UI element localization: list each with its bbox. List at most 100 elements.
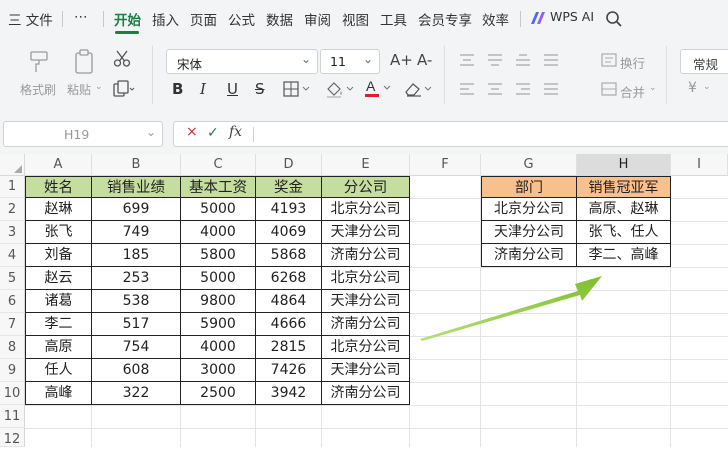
wrap-text-label[interactable]: 换行 [620,53,645,72]
paste-dropdown-icon[interactable]: ⌄ [95,82,103,92]
row-header-5[interactable]: 5 [0,267,25,290]
table-cell[interactable]: 3000 [181,359,256,382]
table-cell[interactable]: 北京分公司 [481,198,577,221]
column-header-f[interactable]: F [410,154,481,176]
function-icon[interactable]: fx [229,124,242,140]
tab-data[interactable]: 数据 [266,9,293,29]
font-size-select[interactable]: 11 ⌄ [320,49,380,74]
align-center-icon[interactable] [487,83,503,99]
strikethrough-icon[interactable]: S [255,80,265,98]
table-cell[interactable]: 4193 [256,198,322,221]
table-cell[interactable]: 322 [92,382,181,405]
table-cell[interactable]: 高峰 [25,382,92,405]
table-cell[interactable]: 699 [92,198,181,221]
tab-insert[interactable]: 插入 [152,9,179,29]
currency-icon[interactable]: ¥ [688,80,697,96]
table-cell[interactable]: 北京分公司 [322,198,410,221]
border-icon[interactable] [283,81,311,101]
more-menu[interactable]: ⋯ [74,9,88,25]
row-header-2[interactable]: 2 [0,198,25,221]
increase-font-icon[interactable]: A+ [390,51,413,69]
table-cell[interactable]: 7426 [256,359,322,382]
table-cell[interactable]: 济南分公司 [322,313,410,336]
table-cell[interactable]: 749 [92,221,181,244]
table-cell[interactable]: 李二 [25,313,92,336]
table-cell[interactable]: 185 [92,244,181,267]
row-header-8[interactable]: 8 [0,336,25,359]
table-cell[interactable]: 赵琳 [25,198,92,221]
search-icon[interactable] [605,10,623,28]
column-header-d[interactable]: D [256,154,322,176]
font-name-select[interactable]: 宋体 ⌄ [166,49,318,74]
align-left-icon[interactable] [459,83,475,99]
column-header-i[interactable]: I [671,154,728,176]
font-color-icon[interactable]: A [364,78,394,102]
cut-icon[interactable] [113,50,131,72]
merge-dropdown-icon[interactable]: ⌄ [649,83,657,93]
confirm-icon[interactable]: ✓ [207,125,219,141]
table-cell[interactable]: 高原 [25,336,92,359]
spreadsheet-grid[interactable]: A B C D E F G H I 1 2 3 4 5 6 7 8 9 10 1… [0,154,728,447]
name-box[interactable]: H19 ⌄ [3,121,163,147]
tab-efficiency[interactable]: 效率 [482,9,509,29]
table-cell[interactable]: 2500 [181,382,256,405]
row-header-12[interactable]: 12 [0,428,25,447]
decrease-font-icon[interactable]: A- [417,51,432,69]
table-cell[interactable]: 538 [92,290,181,313]
table-cell[interactable]: 6268 [256,267,322,290]
column-header-g[interactable]: G [481,154,577,176]
row-header-4[interactable]: 4 [0,244,25,267]
align-top-icon[interactable] [459,54,475,70]
distributed-align-icon[interactable] [543,83,559,99]
table-cell[interactable]: 天津分公司 [322,290,410,313]
tab-formula[interactable]: 公式 [228,9,255,29]
merge-cells-icon[interactable] [601,82,617,100]
column-header-b[interactable]: B [92,154,181,176]
table-cell[interactable]: 天津分公司 [322,359,410,382]
table-cell[interactable]: 4666 [256,313,322,336]
table-cell[interactable]: 济南分公司 [322,382,410,405]
column-header-e[interactable]: E [322,154,410,176]
cancel-icon[interactable]: × [186,124,198,140]
formula-input[interactable]: × ✓ fx [173,121,728,147]
row-header-9[interactable]: 9 [0,359,25,382]
fill-color-icon[interactable] [325,81,355,103]
column-header-h[interactable]: H [577,154,671,176]
header-cell[interactable]: 销售冠亚军 [577,176,671,198]
table-cell[interactable]: 4864 [256,290,322,313]
table-cell[interactable]: 张飞、任人 [577,221,671,244]
align-right-icon[interactable] [515,83,531,99]
bold-icon[interactable]: B [172,80,183,98]
paste-icon[interactable] [73,49,95,79]
table-cell[interactable]: 济南分公司 [322,244,410,267]
column-header-a[interactable]: A [25,154,92,176]
header-cell[interactable]: 销售业绩 [92,176,181,198]
table-cell[interactable]: 3942 [256,382,322,405]
align-justify-icon[interactable] [543,54,559,70]
italic-icon[interactable]: I [200,80,206,98]
select-all-corner[interactable] [0,154,25,176]
tab-view[interactable]: 视图 [342,9,369,29]
table-cell[interactable]: 754 [92,336,181,359]
tab-tools[interactable]: 工具 [380,9,407,29]
table-cell[interactable]: 4069 [256,221,322,244]
header-cell[interactable]: 奖金 [256,176,322,198]
table-cell[interactable]: 任人 [25,359,92,382]
table-cell[interactable]: 北京分公司 [322,267,410,290]
table-cell[interactable]: 天津分公司 [481,221,577,244]
table-cell[interactable]: 4000 [181,336,256,359]
table-cell[interactable]: 5900 [181,313,256,336]
tab-member[interactable]: 会员专享 [418,9,472,29]
table-cell[interactable]: 4000 [181,221,256,244]
table-cell[interactable]: 5868 [256,244,322,267]
row-header-11[interactable]: 11 [0,405,25,428]
table-cell[interactable]: 刘备 [25,244,92,267]
align-bottom-icon[interactable] [515,54,531,70]
row-header-10[interactable]: 10 [0,382,25,405]
table-cell[interactable]: 5000 [181,198,256,221]
currency-dropdown-icon[interactable]: ⌄ [703,82,711,92]
table-cell[interactable]: 253 [92,267,181,290]
row-header-3[interactable]: 3 [0,221,25,244]
tab-review[interactable]: 审阅 [304,9,331,29]
row-header-6[interactable]: 6 [0,290,25,313]
